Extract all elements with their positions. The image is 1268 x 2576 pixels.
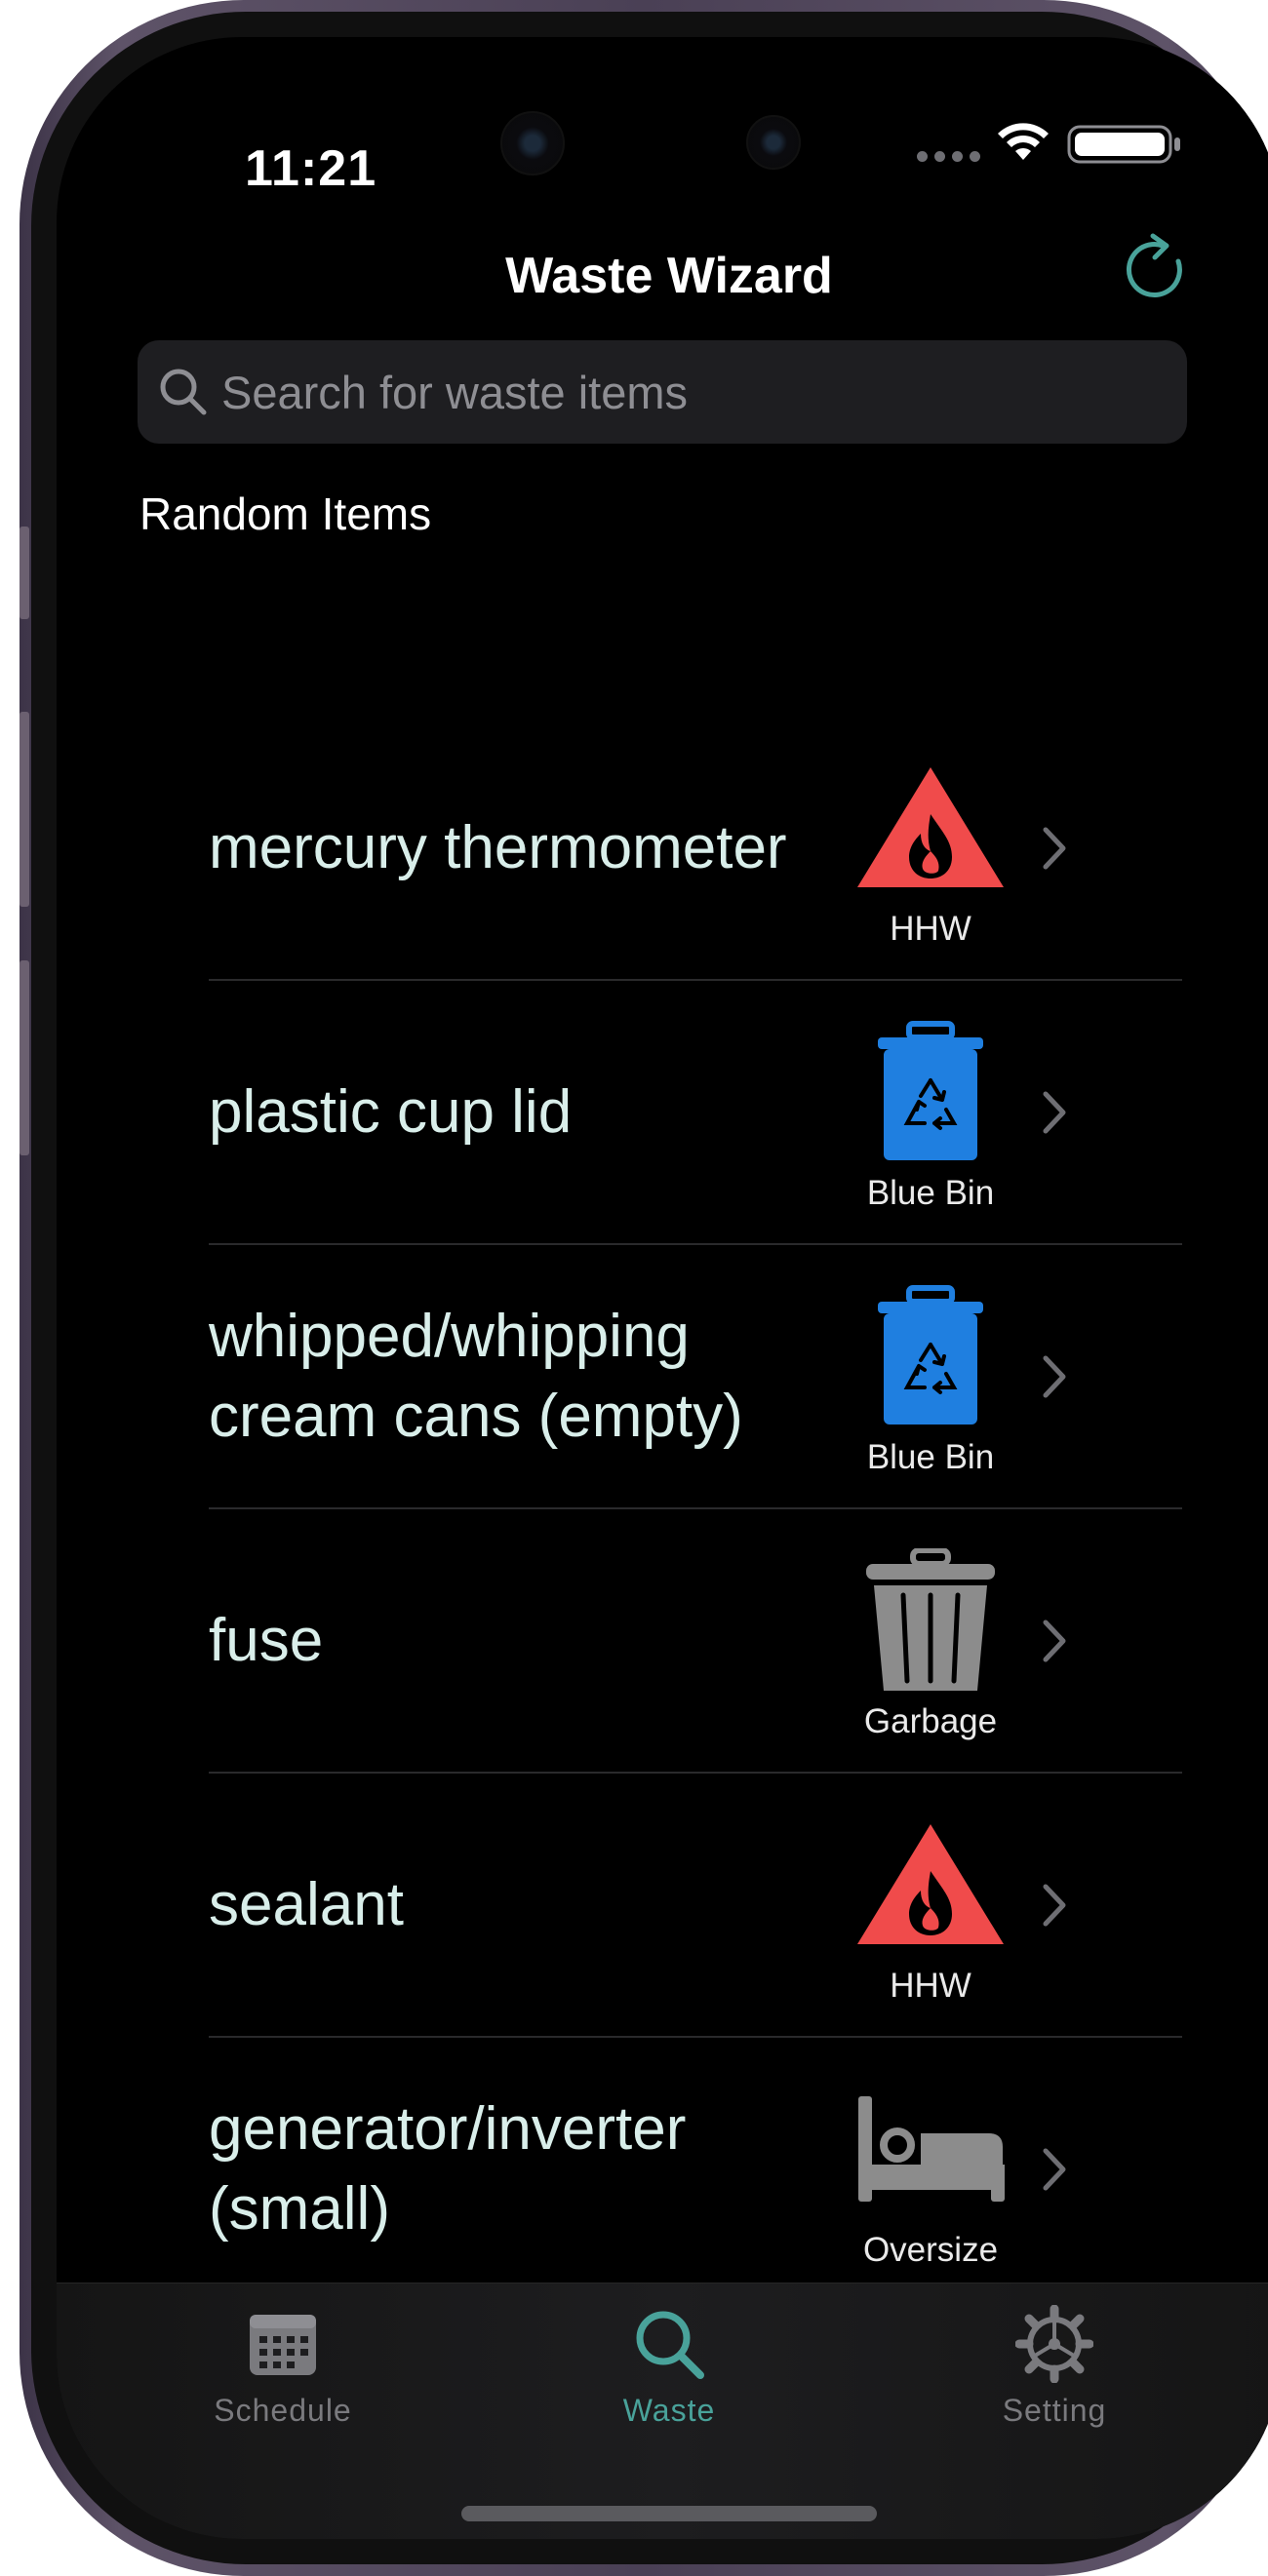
- search-icon: [636, 2311, 704, 2379]
- item-name: generator/inverter (small): [209, 2094, 687, 2243]
- battery-icon: [1067, 125, 1180, 164]
- wifi-icon: [998, 123, 1049, 160]
- trash-can-icon: [866, 1548, 995, 1691]
- tab-label: Schedule: [214, 2393, 352, 2428]
- recycle-bin-icon: [878, 1285, 983, 1425]
- gear-icon: [1015, 2305, 1093, 2383]
- item-name: plastic cup lid: [209, 1077, 573, 1146]
- camera-lens: [500, 111, 565, 176]
- tab-label: Setting: [1002, 2393, 1107, 2428]
- tab-waste[interactable]: Waste: [542, 2305, 796, 2429]
- section-title: Random Items: [139, 488, 432, 539]
- calendar-icon: [250, 2315, 316, 2375]
- bed-icon: [858, 2096, 1005, 2202]
- chevron-right-icon: [1043, 1091, 1066, 1133]
- chevron-right-icon: [1043, 1620, 1066, 1661]
- proximity-sensor: [746, 115, 801, 170]
- tab-schedule[interactable]: Schedule: [156, 2305, 410, 2429]
- list-item[interactable]: fuse Garbage: [209, 1509, 1182, 1774]
- phone-frame: 11:21 Waste Wizard Search for waste item…: [20, 0, 1268, 2576]
- list-item[interactable]: sealant HHW: [209, 1774, 1182, 2038]
- page-title: Waste Wizard: [505, 248, 833, 304]
- category-label: Garbage: [863, 1702, 998, 1740]
- chevron-right-icon: [1043, 1884, 1066, 1926]
- action-button: [20, 527, 29, 619]
- refresh-icon[interactable]: [1118, 232, 1196, 310]
- item-name: fuse: [209, 1606, 324, 1674]
- search-bar[interactable]: [138, 340, 1187, 444]
- search-input[interactable]: [219, 340, 1187, 444]
- hazard-icon: [857, 1824, 1004, 1944]
- tab-setting[interactable]: Setting: [928, 2305, 1181, 2429]
- category-label: Oversize: [862, 2231, 999, 2269]
- status-time: 11:21: [245, 140, 377, 197]
- recycle-bin-icon: [878, 1021, 983, 1160]
- home-indicator[interactable]: [461, 2506, 877, 2521]
- item-name: whipped/whipping cream cans (empty): [209, 1302, 743, 1450]
- search-icon: [160, 369, 207, 415]
- list-item[interactable]: whipped/whipping cream cans (empty) Blue…: [209, 1245, 1182, 1509]
- screen: 11:21 Waste Wizard Search for waste item…: [57, 37, 1268, 2539]
- category-label: HHW: [890, 1967, 971, 2005]
- list-item[interactable]: generator/inverter (small) Oversize: [209, 2038, 1182, 2302]
- volume-up-button: [20, 712, 29, 907]
- list-item[interactable]: plastic cup lid Blue Bin: [209, 981, 1182, 1245]
- volume-down-button: [20, 960, 29, 1155]
- category-label: Blue Bin: [866, 1174, 995, 1212]
- cellular-signal-icon: [917, 151, 980, 162]
- tab-label: Waste: [622, 2393, 716, 2428]
- chevron-right-icon: [1043, 827, 1066, 869]
- list-item[interactable]: mercury thermometer HHW: [209, 717, 1182, 981]
- item-name: sealant: [209, 1870, 404, 1938]
- category-label: Blue Bin: [866, 1438, 995, 1476]
- tab-bar: Schedule Waste Setting: [57, 2283, 1268, 2539]
- category-label: HHW: [890, 910, 971, 948]
- item-name: mercury thermometer: [209, 813, 787, 881]
- chevron-right-icon: [1043, 1355, 1066, 1397]
- chevron-right-icon: [1043, 2148, 1066, 2190]
- waste-item-list: mercury thermometer HHW plastic cup lid: [209, 717, 1182, 2302]
- hazard-icon: [857, 767, 1004, 887]
